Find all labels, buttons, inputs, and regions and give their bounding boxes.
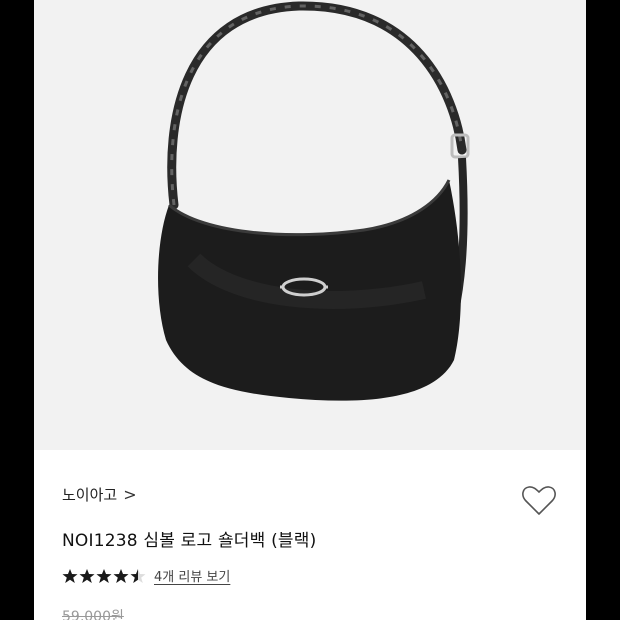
brand-link[interactable]: 노이아고 > [62, 484, 137, 505]
rating-row: 4개 리뷰 보기 [62, 566, 230, 585]
chevron-right-icon: > [123, 485, 137, 504]
star-icon [79, 568, 95, 583]
product-image[interactable] [34, 0, 586, 450]
star-icon [130, 568, 146, 583]
shoulder-bag-photo [158, 1, 470, 401]
brand-name: 노이아고 [62, 486, 118, 504]
star-icon [62, 568, 78, 583]
heart-outline-icon[interactable] [519, 480, 559, 520]
star-icon [113, 568, 129, 583]
review-link[interactable]: 4개 리뷰 보기 [154, 566, 230, 585]
product-info: 노이아고 > NOI1238 심볼 로고 숄더백 (블랙) 4개 리뷰 보기 5… [34, 450, 586, 620]
product-card: 노이아고 > NOI1238 심볼 로고 숄더백 (블랙) 4개 리뷰 보기 5… [34, 0, 586, 620]
original-price: 59,000원 [62, 609, 124, 620]
star-rating [62, 568, 146, 584]
star-icon [96, 568, 112, 583]
product-title: NOI1238 심볼 로고 숄더백 (블랙) [62, 531, 317, 551]
